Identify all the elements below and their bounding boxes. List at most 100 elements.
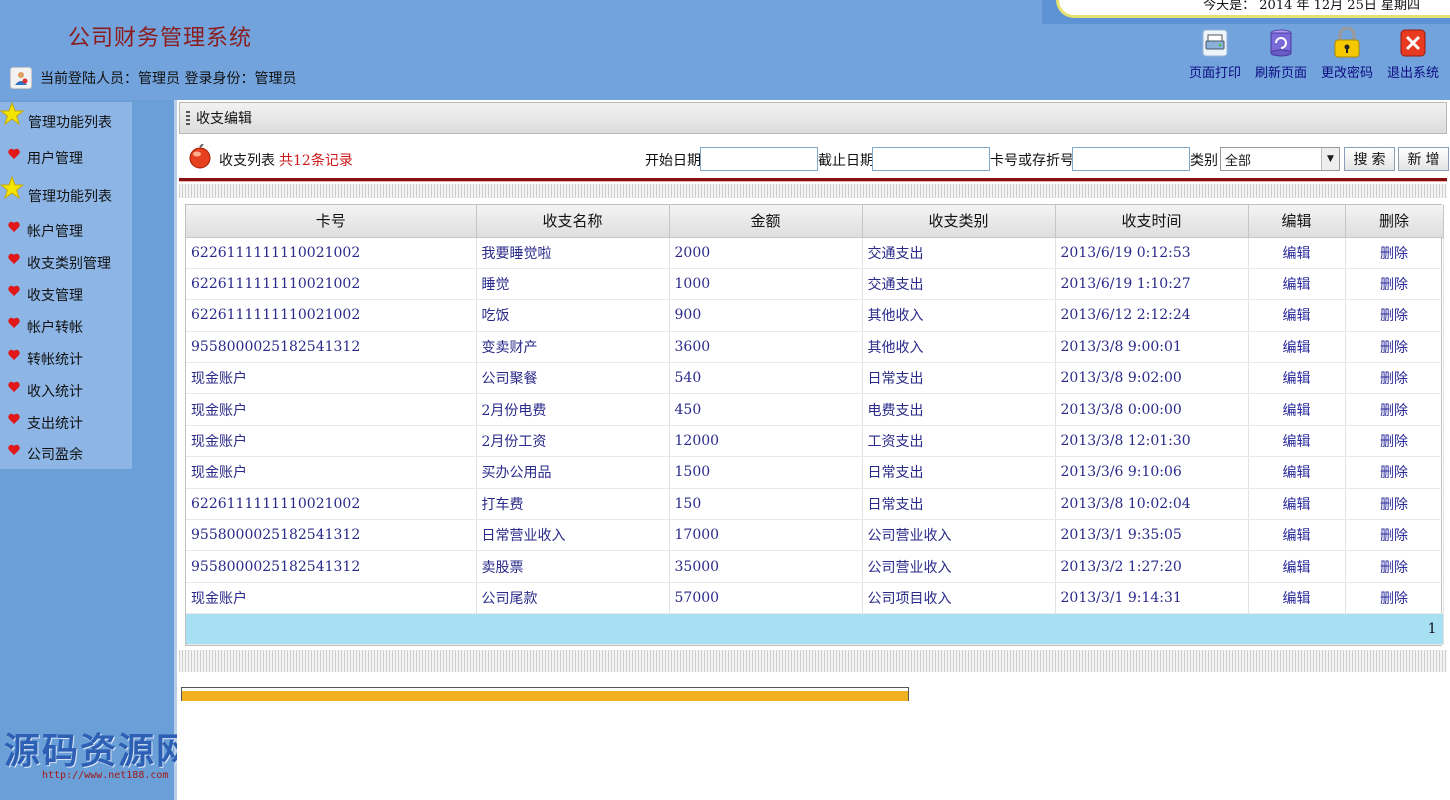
cell-card-number: 现金账户 — [186, 456, 477, 489]
cell-name: 日常营业收入 — [476, 519, 670, 552]
app-title: 公司财务管理系统 — [68, 26, 253, 51]
cell-time: 2013/3/1 9:35:05 — [1055, 519, 1249, 552]
cell-name: 打车费 — [476, 488, 670, 521]
sidebar-item-label: 支出统计 — [27, 416, 83, 432]
start-date-input[interactable] — [700, 147, 818, 171]
edit-link[interactable]: 编辑 — [1248, 268, 1346, 301]
edit-link[interactable]: 编辑 — [1248, 519, 1346, 552]
cell-card-number: 现金账户 — [186, 582, 477, 615]
sidebar-item-income-expense-management[interactable]: 收支管理 — [0, 281, 132, 309]
cell-time: 2013/3/8 9:02:00 — [1055, 362, 1249, 395]
sidebar-item-transfer-stats[interactable]: 转帐统计 — [0, 345, 132, 373]
print-page-button[interactable]: 页面打印 — [1182, 26, 1248, 81]
edit-link[interactable]: 编辑 — [1248, 456, 1346, 489]
cell-card-number: 6226111111110021002 — [186, 237, 477, 269]
heart-icon — [8, 253, 20, 269]
filter-bar: 收支列表 共12条记录 开始日期 截止日期 卡号或存折号 类别 全部 ▼ 搜索 新… — [177, 142, 1450, 176]
heart-icon — [8, 349, 20, 365]
delete-link[interactable]: 删除 — [1345, 268, 1444, 301]
sidebar-item-label: 帐户管理 — [27, 224, 83, 240]
delete-link[interactable]: 删除 — [1345, 582, 1444, 615]
cell-name: 2月份工资 — [476, 425, 670, 458]
delete-link[interactable]: 删除 — [1345, 519, 1444, 552]
table-row: 9558000025182541312 日常营业收入 17000 公司营业收入 2013… — [186, 519, 1444, 552]
menu-group-title: 管理功能列表 — [28, 115, 112, 131]
cell-amount: 540 — [669, 362, 863, 395]
cell-card-number: 现金账户 — [186, 362, 477, 395]
table-row: 6226111111110021002 睡觉 1000 交通支出 2013/6/19 1… — [186, 268, 1444, 301]
bottom-panel-bar — [182, 691, 908, 701]
delete-link[interactable]: 删除 — [1345, 488, 1444, 521]
records-table: 卡号 收支名称 金额 收支类别 收支时间 编辑 删除 6226111111110… — [185, 204, 1444, 647]
sidebar-item-income-stats[interactable]: 收入统计 — [0, 377, 132, 405]
refresh-page-label: 刷新页面 — [1254, 66, 1307, 81]
sidebar-item-user-management[interactable]: 用户管理 — [0, 144, 132, 172]
sidebar-item-label: 帐户转帐 — [27, 320, 83, 336]
delete-link[interactable]: 删除 — [1345, 299, 1444, 332]
chevron-down-icon[interactable]: ▼ — [1321, 148, 1339, 170]
card-number-label: 卡号或存折号 — [990, 153, 1074, 169]
cell-card-number: 6226111111110021002 — [186, 268, 477, 301]
category-label: 类别 — [1190, 153, 1218, 169]
edit-link[interactable]: 编辑 — [1248, 362, 1346, 395]
sidebar-item-label: 用户管理 — [27, 151, 83, 167]
edit-link[interactable]: 编辑 — [1248, 331, 1346, 364]
exit-system-button[interactable]: 退出系统 — [1380, 26, 1446, 81]
sidebar-item-company-surplus[interactable]: 公司盈余 — [0, 440, 132, 468]
watermark: 源码资源网 http://www.net188.com — [4, 730, 204, 781]
page-number[interactable]: 1 — [186, 613, 1444, 646]
edit-link[interactable]: 编辑 — [1248, 237, 1346, 269]
edit-link[interactable]: 编辑 — [1248, 550, 1346, 583]
edit-link[interactable]: 编辑 — [1248, 582, 1346, 615]
cell-time: 2013/3/2 1:27:20 — [1055, 550, 1249, 583]
column-header-time: 收支时间 — [1055, 205, 1249, 238]
edit-link[interactable]: 编辑 — [1248, 299, 1346, 332]
edit-link[interactable]: 编辑 — [1248, 488, 1346, 521]
edit-link[interactable]: 编辑 — [1248, 425, 1346, 458]
cell-category: 日常支出 — [862, 488, 1056, 521]
sidebar-item-account-management[interactable]: 帐户管理 — [0, 217, 132, 245]
menu-group-header-1: 管理功能列表 — [0, 101, 132, 136]
edit-link[interactable]: 编辑 — [1248, 393, 1346, 426]
change-password-label: 更改密码 — [1320, 66, 1373, 81]
cell-amount: 900 — [669, 299, 863, 332]
cell-name: 吃饭 — [476, 299, 670, 332]
refresh-page-button[interactable]: 刷新页面 — [1248, 26, 1314, 81]
sidebar-item-expense-stats[interactable]: 支出统计 — [0, 409, 132, 437]
delete-link[interactable]: 删除 — [1345, 331, 1444, 364]
delete-link[interactable]: 删除 — [1345, 362, 1444, 395]
delete-link[interactable]: 删除 — [1345, 237, 1444, 269]
change-password-button[interactable]: 更改密码 — [1314, 26, 1380, 81]
cell-name: 变卖财产 — [476, 331, 670, 364]
date-panel: 今天是： 2014 年 12月 25日 星期四 — [1042, 0, 1450, 24]
cell-time: 2013/3/1 9:14:31 — [1055, 582, 1249, 615]
card-number-input[interactable] — [1072, 147, 1190, 171]
bottom-panel — [181, 687, 909, 701]
cell-amount: 1000 — [669, 268, 863, 301]
list-title: 收支列表 共12条记录 — [219, 150, 353, 170]
delete-link[interactable]: 删除 — [1345, 550, 1444, 583]
cell-card-number: 6226111111110021002 — [186, 488, 477, 521]
cell-category: 公司营业收入 — [862, 519, 1056, 552]
end-date-input[interactable] — [872, 147, 990, 171]
menu-group-title: 管理功能列表 — [28, 189, 112, 205]
sidebar-item-account-transfer[interactable]: 帐户转帐 — [0, 313, 132, 341]
red-divider — [179, 178, 1447, 182]
column-header-card: 卡号 — [186, 205, 477, 238]
sidebar-item-category-management[interactable]: 收支类别管理 — [0, 249, 132, 277]
cell-time: 2013/6/19 1:10:27 — [1055, 268, 1249, 301]
table-row: 6226111111110021002 我要睡觉啦 2000 交通支出 2013/6/1… — [186, 237, 1444, 269]
category-select[interactable]: 全部 ▼ — [1220, 147, 1340, 171]
start-date-label: 开始日期 — [645, 153, 701, 169]
menu-panel: 管理功能列表 用户管理 管理功能列表 帐户管理 收支类别管理 收支管理 帐户转帐 — [0, 101, 132, 469]
table-header-row: 卡号 收支名称 金额 收支类别 收支时间 编辑 删除 — [186, 205, 1444, 238]
delete-link[interactable]: 删除 — [1345, 425, 1444, 458]
delete-link[interactable]: 删除 — [1345, 456, 1444, 489]
sidebar-item-label: 公司盈余 — [27, 447, 83, 463]
list-title-text: 收支列表 — [219, 153, 275, 169]
cell-name: 卖股票 — [476, 550, 670, 583]
delete-link[interactable]: 删除 — [1345, 393, 1444, 426]
cell-category: 工资支出 — [862, 425, 1056, 458]
search-button[interactable]: 搜索 — [1344, 147, 1395, 171]
add-button[interactable]: 新增 — [1398, 147, 1449, 171]
